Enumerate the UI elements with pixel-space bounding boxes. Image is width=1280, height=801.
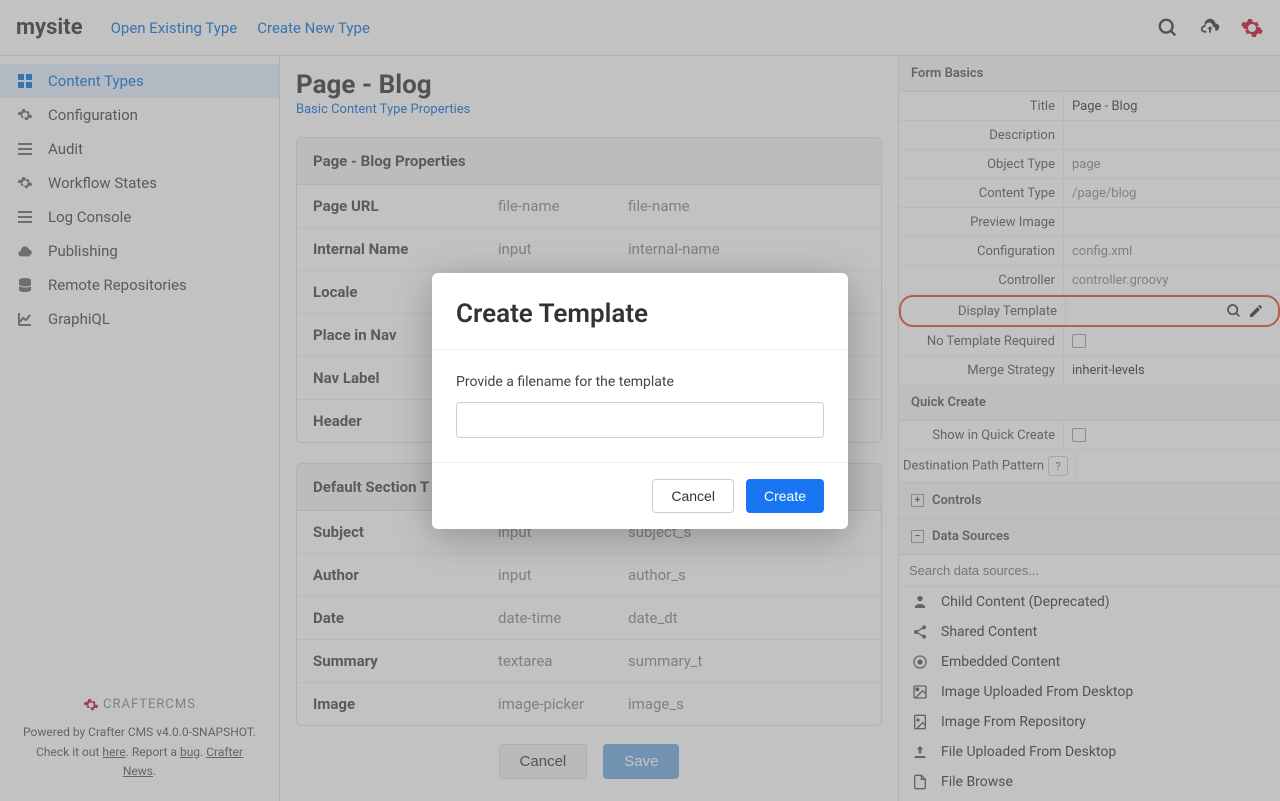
template-filename-input[interactable] [456, 402, 824, 438]
modal-header: Create Template [432, 273, 848, 350]
modal-title: Create Template [456, 299, 824, 329]
modal-body: Provide a filename for the template [432, 350, 848, 462]
modal-create-button[interactable]: Create [746, 479, 824, 513]
modal-label: Provide a filename for the template [456, 374, 824, 390]
create-template-modal: Create Template Provide a filename for t… [432, 273, 848, 529]
modal-footer: Cancel Create [432, 462, 848, 529]
modal-overlay: Create Template Provide a filename for t… [0, 0, 1280, 801]
modal-cancel-button[interactable]: Cancel [652, 479, 734, 513]
